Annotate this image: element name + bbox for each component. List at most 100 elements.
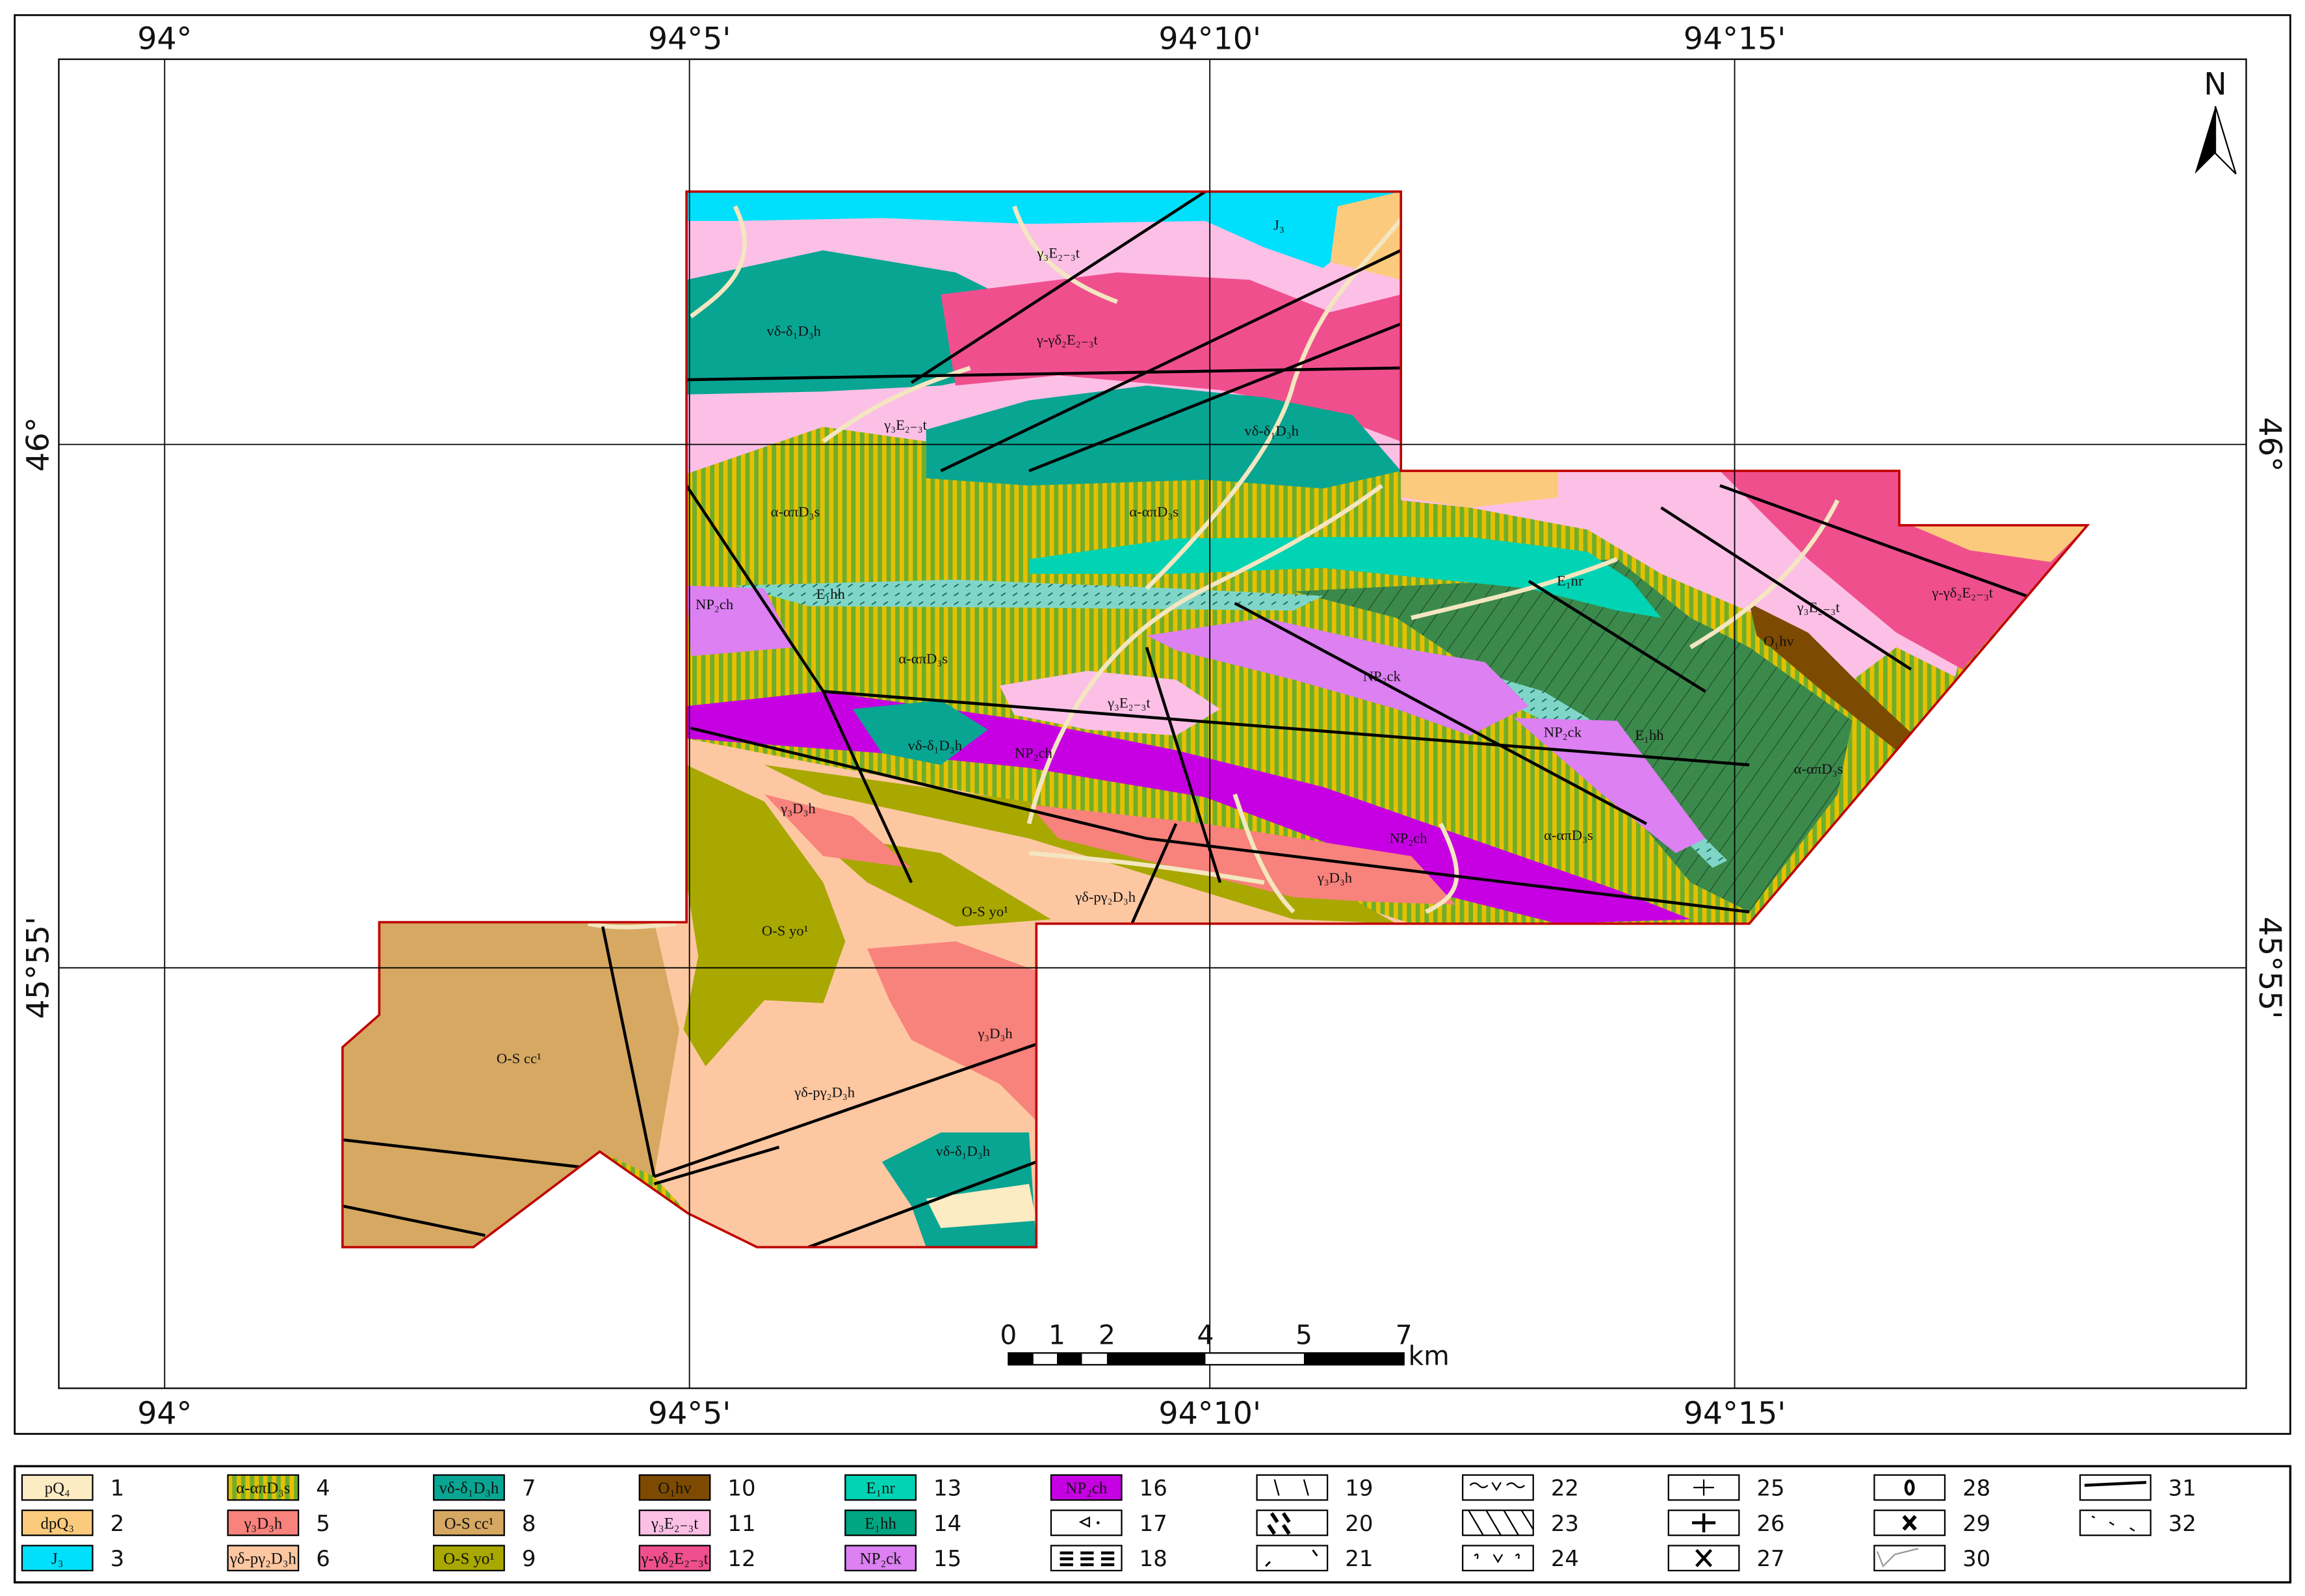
legend-number: 11 (727, 1511, 755, 1536)
north-label: N (2204, 66, 2227, 102)
legend-number: 23 (1551, 1511, 1579, 1536)
legend-swatch-label: O-S cc¹ (445, 1515, 494, 1532)
legend-item-24: 24 (1462, 1545, 1579, 1572)
map-label: vδ-δ₁D₃h (935, 1143, 990, 1159)
map-label: NP₂ck (1363, 668, 1401, 685)
scale-unit: km (1409, 1340, 1450, 1371)
legend-item-29: 29 (1873, 1510, 1990, 1536)
legend-item-10: O₁hv 10 (638, 1474, 756, 1501)
map-label: E₁nr (1557, 573, 1583, 589)
legend-swatch (1873, 1474, 1946, 1501)
legend-number: 18 (1139, 1546, 1167, 1571)
scale-tick: 5 (1296, 1320, 1312, 1351)
lat-label-right: 45°55' (2252, 917, 2287, 1019)
map-label: α-απD₃s (1544, 827, 1593, 843)
legend-item-19: 19 (1256, 1474, 1373, 1501)
legend-item-31: 31 (2079, 1474, 2196, 1501)
lat-label-right: 46° (2252, 417, 2287, 472)
legend-number: 21 (1345, 1546, 1373, 1571)
scale-tick: 2 (1099, 1320, 1115, 1351)
legend-swatch (1462, 1545, 1534, 1572)
map-label: J₃ (1273, 216, 1284, 233)
map-label: vδ-δ₁D₃h (908, 737, 963, 753)
legend-swatch-label: α-απD₃s (236, 1480, 290, 1497)
legend-number: 13 (933, 1476, 961, 1501)
lon-label-bottom: 94°15' (1684, 1396, 1786, 1432)
legend-item-27: 27 (1667, 1545, 1785, 1571)
legend-swatch-label: dpQ₃ (40, 1515, 73, 1532)
legend-swatch (1256, 1510, 1329, 1536)
legend-number: 3 (111, 1546, 125, 1571)
lon-label-top: 94°10' (1158, 21, 1261, 57)
lat-label-left: 45°55' (21, 917, 57, 1019)
map-label: γ-γδ₂E₂₋₃t (1931, 584, 1994, 601)
legend-item-14: E₁hh 14 (844, 1510, 961, 1536)
map-label: NP₂ch (1015, 744, 1052, 761)
legend-swatch (1873, 1545, 1946, 1572)
legend-swatch-label: O₁hv (658, 1480, 692, 1497)
legend-number: 25 (1756, 1476, 1784, 1501)
map-label: α-απD₃s (1129, 503, 1179, 519)
legend-item-26: 26 (1667, 1510, 1785, 1536)
legend-number: 16 (1139, 1476, 1167, 1501)
legend-swatch-label: NP₂ck (860, 1550, 902, 1568)
map-label: E₁hh (816, 586, 845, 602)
legend-number: 19 (1345, 1476, 1373, 1501)
map-label: γ-γδ₂E₂₋₃t (1036, 332, 1099, 348)
legend-item-21: 21 (1256, 1545, 1373, 1572)
legend-swatch (1256, 1545, 1329, 1572)
legend-number: 31 (2168, 1476, 2196, 1501)
legend-swatch-label: E₁hh (865, 1515, 896, 1532)
scale-tick: 1 (1048, 1320, 1065, 1351)
lon-label-bottom: 94°10' (1158, 1396, 1261, 1432)
legend-swatch (1050, 1510, 1123, 1536)
legend-number: 7 (522, 1476, 536, 1501)
legend-swatch-label: pQ₄ (45, 1480, 70, 1497)
map-label: α-απD₃s (771, 503, 820, 519)
map-label: vδ-δ₁D₃h (1244, 423, 1299, 439)
legend-number: 24 (1551, 1546, 1579, 1571)
map-label: γ₃E₂₋₃t (1107, 694, 1151, 711)
legend-item-18: 18 (1050, 1545, 1167, 1571)
map-label: vδ-δ₁D₃h (766, 322, 821, 339)
legend-number: 1 (111, 1476, 125, 1501)
legend-swatch-label: γδ-pγ₂D₃h (229, 1550, 297, 1568)
legend-swatch (2079, 1474, 2152, 1501)
scale-tick: 4 (1197, 1320, 1214, 1351)
lat-label-left: 46° (21, 417, 57, 472)
legend-swatch-label: NP₂ch (1065, 1480, 1107, 1497)
legend-swatch-label: E₁nr (866, 1480, 895, 1497)
map-label: α-απD₃s (1794, 761, 1843, 777)
scale-tick: 0 (1000, 1320, 1017, 1351)
geological-map-figure: γ₃E₂₋₃t vδ-δ₁D₃h γ-γδ₂E₂₋₃t γ₃E₂₋₃t vδ-δ… (13, 14, 2292, 1584)
map-label: α-απD₃s (898, 651, 948, 667)
map-label: γ₃E₂₋₃t (1036, 244, 1080, 261)
legend-item-22: 22 (1462, 1474, 1579, 1501)
legend-item-17: 17 (1050, 1510, 1167, 1536)
legend-number: 15 (933, 1546, 961, 1571)
legend-item-32: 32 (2079, 1510, 2196, 1536)
map-label: NP₂ch (696, 596, 733, 612)
legend-number: 5 (316, 1511, 330, 1536)
legend-item-16: NP₂ch 16 (1050, 1474, 1167, 1501)
legend-number: 29 (1962, 1511, 1990, 1536)
map-label: O₁hv (1764, 633, 1795, 649)
legend-number: 26 (1756, 1511, 1784, 1536)
map-label: γ₃E₂₋₃t (1797, 599, 1840, 615)
lon-label-top: 94°15' (1684, 21, 1786, 57)
legend-swatch (1256, 1474, 1329, 1501)
legend-swatch-label: γ₃D₃h (243, 1515, 282, 1532)
legend-number: 17 (1139, 1511, 1167, 1536)
legend-number: 8 (522, 1511, 536, 1536)
legend-number: 9 (522, 1546, 536, 1571)
map-label: NP₂ck (1544, 724, 1582, 740)
map-label: γδ-pγ₂D₃h (794, 1084, 855, 1101)
legend-item-12: γ-γδ₂E₂₋₃t 12 (638, 1545, 756, 1571)
lon-label-bottom: 94°5' (648, 1396, 731, 1432)
legend-swatch (2079, 1510, 2152, 1536)
map-label: O-S yo¹ (961, 904, 1008, 920)
legend-number: 22 (1551, 1476, 1579, 1501)
map-label: γ₃D₃h (1317, 870, 1352, 886)
legend-item-15: NP₂ck 15 (844, 1545, 961, 1571)
lon-label-top: 94°5' (648, 21, 731, 57)
